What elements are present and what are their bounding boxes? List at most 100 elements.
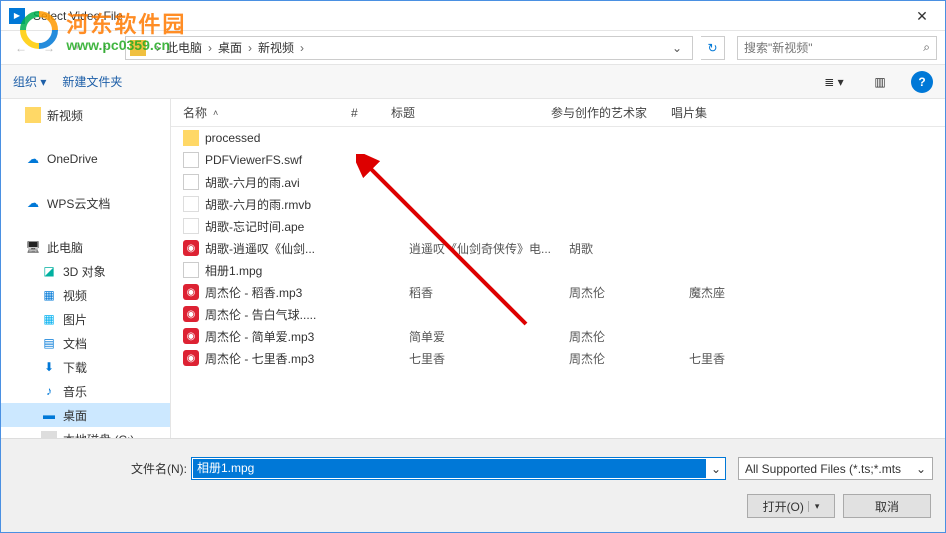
sidebar-item-obj3d[interactable]: ◪ 3D 对象 — [1, 259, 170, 283]
header-num[interactable]: # — [351, 106, 391, 120]
file-red-icon: ◉ — [183, 306, 199, 322]
view-mode-button[interactable]: ≣ ▾ — [819, 71, 849, 93]
cancel-button[interactable]: 取消 — [843, 494, 931, 518]
file-name: 周杰伦 - 告白气球..... — [205, 306, 369, 323]
sidebar-item-pc[interactable]: 🖥 此电脑 — [1, 235, 170, 259]
file-album: 魔杰座 — [689, 284, 789, 301]
forward-button[interactable]: → — [37, 36, 61, 60]
sidebar-item-video[interactable]: ▦ 视频 — [1, 283, 170, 307]
file-row[interactable]: ◉周杰伦 - 稻香.mp3稻香周杰伦魔杰座 — [171, 281, 945, 303]
sidebar-item-onedrive[interactable]: ☁OneDrive — [1, 147, 170, 171]
sidebar-item-desktop[interactable]: ▬桌面 — [1, 403, 170, 427]
navbar: ← → ▾ ↑ › 此电脑 › 桌面 › 新视频 › ⌄ ↻ ⌕ — [1, 31, 945, 65]
file-row[interactable]: ◉周杰伦 - 简单爱.mp3简单爱周杰伦 — [171, 325, 945, 347]
file-title: 逍遥叹《仙剑奇侠传》电... — [409, 240, 569, 257]
file-row[interactable]: ◉ 周杰伦 - 告白气球..... — [171, 303, 945, 325]
breadcrumb[interactable]: › 此电脑 › 桌面 › 新视频 › ⌄ — [125, 36, 693, 60]
sidebar-item-label: 视频 — [63, 287, 87, 304]
folder-icon — [130, 40, 146, 56]
file-blank-icon — [183, 196, 199, 212]
up-button[interactable]: ↑ — [93, 36, 117, 60]
file-folder-icon — [183, 130, 199, 146]
filename-value[interactable]: 相册1.mpg — [193, 459, 706, 478]
close-button[interactable]: ✕ — [899, 1, 945, 31]
sidebar-item-docs[interactable]: ▤文档 — [1, 331, 170, 355]
sidebar-item-label: 此电脑 — [47, 239, 83, 256]
file-artist: 周杰伦 — [569, 350, 689, 367]
refresh-button[interactable]: ↻ — [701, 36, 725, 60]
file-mpg-icon — [183, 262, 199, 278]
sidebar-item-music[interactable]: ♪音乐 — [1, 379, 170, 403]
sidebar-item-folder[interactable]: 新视频 — [1, 103, 170, 127]
header-name[interactable]: 名称˄ — [171, 104, 351, 121]
breadcrumb-segment[interactable]: 此电脑 — [166, 39, 202, 56]
file-pane: 名称˄ # 标题 参与创作的艺术家 唱片集 processed PDFViewer… — [171, 99, 945, 469]
file-name: PDFViewerFS.swf — [205, 153, 369, 167]
split-dropdown-icon[interactable]: ▾ — [808, 501, 820, 512]
toolbar: 组织 ▾ 新建文件夹 ≣ ▾ ▥ ? — [1, 65, 945, 99]
sidebar-item-label: OneDrive — [47, 152, 98, 166]
breadcrumb-segment[interactable]: 桌面 — [218, 39, 242, 56]
file-row[interactable]: ◉周杰伦 - 七里香.mp3七里香周杰伦七里香 — [171, 347, 945, 369]
pc-icon: 🖥 — [25, 239, 41, 255]
file-name: 周杰伦 - 七里香.mp3 — [205, 350, 369, 367]
folder-icon — [25, 107, 41, 123]
chevron-right-icon: › — [248, 41, 252, 55]
obj3d-icon: ◪ — [41, 263, 57, 279]
chevron-down-icon[interactable]: ⌄ — [707, 462, 725, 476]
file-artist: 胡歌 — [569, 240, 689, 257]
sort-asc-icon: ˄ — [213, 108, 218, 118]
file-title: 稻香 — [409, 284, 569, 301]
file-name: 胡歌-逍遥叹《仙剑... — [205, 240, 369, 257]
file-row[interactable]: ◉胡歌-逍遥叹《仙剑...逍遥叹《仙剑奇侠传》电...胡歌 — [171, 237, 945, 259]
file-name: processed — [205, 131, 369, 145]
column-headers: 名称˄ # 标题 参与创作的艺术家 唱片集 — [171, 99, 945, 127]
header-artist[interactable]: 参与创作的艺术家 — [551, 104, 671, 121]
file-blank-icon — [183, 218, 199, 234]
file-row[interactable]: 胡歌-忘记时间.ape — [171, 215, 945, 237]
breadcrumb-dropdown[interactable]: ⌄ — [666, 41, 688, 55]
file-red-icon: ◉ — [183, 350, 199, 366]
organize-menu[interactable]: 组织 ▾ — [13, 73, 46, 90]
file-row[interactable]: processed — [171, 127, 945, 149]
filename-combo[interactable]: 相册1.mpg ⌄ — [191, 457, 726, 480]
video-icon: ▦ — [41, 287, 57, 303]
body: 新视频 ☁OneDrive ☁WPS云文档 🖥 此电脑 ◪ 3D 对象 ▦ 视频 ▦图片▤文档⬇下… — [1, 99, 945, 469]
sidebar-item-label: 3D 对象 — [63, 263, 106, 280]
new-folder-button[interactable]: 新建文件夹 — [62, 73, 122, 90]
help-button[interactable]: ? — [911, 71, 933, 93]
sidebar-item-pics[interactable]: ▦图片 — [1, 307, 170, 331]
window-title: Select Video File — [33, 9, 899, 23]
sidebar-item-label: 新视频 — [47, 107, 83, 124]
breadcrumb-segment[interactable]: 新视频 — [258, 39, 294, 56]
file-name: 胡歌-忘记时间.ape — [205, 218, 369, 235]
file-row[interactable]: 胡歌-六月的雨.rmvb — [171, 193, 945, 215]
chevron-down-icon[interactable]: ⌄ — [916, 462, 926, 476]
preview-pane-button[interactable]: ▥ — [865, 71, 895, 93]
sidebar-item-label: 图片 — [63, 311, 87, 328]
file-row[interactable]: 相册1.mpg — [171, 259, 945, 281]
header-album[interactable]: 唱片集 — [671, 104, 771, 121]
titlebar: Select Video File ✕ — [1, 1, 945, 31]
file-row[interactable]: 胡歌-六月的雨.avi — [171, 171, 945, 193]
chevron-right-icon: › — [300, 41, 304, 55]
sidebar-item-wps[interactable]: ☁WPS云文档 — [1, 191, 170, 215]
search-icon[interactable]: ⌕ — [923, 40, 930, 55]
recent-dropdown[interactable]: ▾ — [65, 36, 89, 60]
file-artist: 周杰伦 — [569, 328, 689, 345]
file-red-icon: ◉ — [183, 328, 199, 344]
header-title[interactable]: 标题 — [391, 104, 551, 121]
sidebar-item-label: 下载 — [63, 359, 87, 376]
file-row[interactable]: PDFViewerFS.swf — [171, 149, 945, 171]
back-button[interactable]: ← — [9, 36, 33, 60]
file-title: 简单爱 — [409, 328, 569, 345]
file-red-icon: ◉ — [183, 284, 199, 300]
chevron-right-icon: › — [156, 41, 160, 55]
filetype-filter[interactable]: All Supported Files (*.ts;*.mts ⌄ — [738, 457, 933, 480]
open-button[interactable]: 打开(O)▾ — [747, 494, 835, 518]
search-input[interactable] — [744, 41, 923, 55]
search-box[interactable]: ⌕ — [737, 36, 937, 60]
filter-label: All Supported Files (*.ts;*.mts — [745, 462, 901, 476]
sidebar: 新视频 ☁OneDrive ☁WPS云文档 🖥 此电脑 ◪ 3D 对象 ▦ 视频 ▦图片▤文档⬇下… — [1, 99, 171, 469]
sidebar-item-down[interactable]: ⬇下载 — [1, 355, 170, 379]
